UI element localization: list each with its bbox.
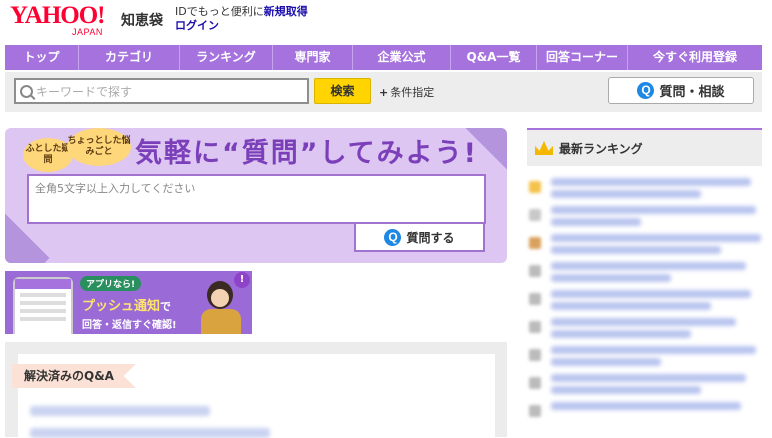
logo-text: YAHOO! bbox=[10, 2, 105, 29]
blurred-ranking-link[interactable] bbox=[551, 246, 721, 254]
app-tag: アプリなら! bbox=[80, 276, 142, 291]
ranking-item[interactable] bbox=[527, 202, 762, 230]
bubble-small-worry: ちょっとした悩みごと bbox=[67, 128, 131, 166]
yahoo-logo[interactable]: YAHOO! JAPAN bbox=[10, 2, 105, 37]
bubble-casual-question: ふとした疑問 bbox=[23, 138, 73, 172]
logo-subtext: JAPAN bbox=[72, 27, 103, 37]
ranking-item[interactable] bbox=[527, 230, 762, 258]
blurred-ranking-link[interactable] bbox=[551, 318, 736, 326]
rank-badge bbox=[529, 349, 541, 361]
app-promo-banner[interactable]: アプリなら! プッシュ通知で 回答・返信すぐ確認! ! bbox=[5, 271, 252, 334]
blurred-ranking-link[interactable] bbox=[551, 262, 746, 270]
blurred-ranking-link[interactable] bbox=[551, 402, 741, 410]
question-icon: Q bbox=[384, 228, 402, 246]
push-suffix: で bbox=[160, 300, 172, 313]
question-heading: 気軽に“質問”してみよう! bbox=[135, 138, 478, 169]
notification-badge: ! bbox=[234, 272, 250, 288]
push-highlight: プッシュ通知 bbox=[82, 299, 161, 314]
nav-item-category[interactable]: カテゴリ bbox=[79, 45, 180, 70]
rank-badge bbox=[529, 293, 541, 305]
rank-badge bbox=[529, 377, 541, 389]
question-icon: Q bbox=[637, 82, 655, 99]
ranking-item[interactable] bbox=[527, 370, 762, 398]
crown-icon bbox=[535, 141, 553, 155]
rank-badge bbox=[529, 265, 541, 277]
solved-qa-section: 解決済みのQ&A bbox=[5, 342, 507, 438]
search-placeholder: キーワードで探す bbox=[36, 84, 133, 99]
push-notification-text: プッシュ通知で bbox=[82, 295, 171, 314]
question-textarea[interactable]: 全角5文字以上入力してください bbox=[27, 174, 486, 224]
ranking-list bbox=[527, 174, 762, 426]
blurred-ranking-link[interactable] bbox=[551, 374, 746, 382]
question-form: ふとした疑問 ちょっとした悩みごと 気軽に“質問”してみよう! 全角5文字以上入… bbox=[5, 128, 507, 263]
submit-question-button[interactable]: Q 質問する bbox=[354, 224, 485, 252]
blurred-ranking-link[interactable] bbox=[551, 358, 661, 366]
ranking-item[interactable] bbox=[527, 314, 762, 342]
blurred-ranking-link[interactable] bbox=[551, 330, 691, 338]
ranking-title: 最新ランキング bbox=[559, 141, 643, 156]
search-icon bbox=[20, 84, 33, 98]
register-link[interactable]: 新規取得 bbox=[264, 5, 308, 18]
search-conditions-link[interactable]: + 条件指定 bbox=[379, 84, 434, 100]
nav-item-answer-corner[interactable]: 回答コーナー bbox=[537, 45, 628, 70]
login-link[interactable]: ログイン bbox=[175, 19, 308, 33]
ask-question-button[interactable]: Q 質問・相談 bbox=[608, 77, 754, 104]
rank-badge bbox=[529, 209, 541, 221]
search-button[interactable]: 検索 bbox=[314, 78, 371, 104]
nav-item-qa-list[interactable]: Q&A一覧 bbox=[451, 45, 537, 70]
rank-badge bbox=[529, 181, 541, 193]
nav-item-register[interactable]: 今すぐ利用登録 bbox=[628, 45, 762, 70]
nav-item-experts[interactable]: 専門家 bbox=[273, 45, 353, 70]
rank-badge bbox=[529, 321, 541, 333]
login-description: IDでもっと便利に bbox=[175, 5, 264, 18]
ranking-item[interactable] bbox=[527, 342, 762, 370]
blurred-ranking-link[interactable] bbox=[551, 190, 701, 198]
nav-item-ranking[interactable]: ランキング bbox=[180, 45, 273, 70]
ranking-item[interactable] bbox=[527, 286, 762, 314]
blurred-ranking-link[interactable] bbox=[551, 274, 671, 282]
login-box: IDでもっと便利に新規取得 ログイン bbox=[175, 5, 308, 33]
ranking-header: 最新ランキング bbox=[527, 128, 762, 166]
rank-badge bbox=[529, 237, 541, 249]
ranking-item[interactable] bbox=[527, 398, 762, 426]
blurred-ranking-link[interactable] bbox=[551, 386, 701, 394]
blurred-question-link[interactable] bbox=[30, 406, 210, 416]
solved-qa-card: 解決済みのQ&A bbox=[12, 354, 495, 438]
nav-item-top[interactable]: トップ bbox=[5, 45, 79, 70]
search-input[interactable]: キーワードで探す bbox=[14, 78, 309, 104]
global-nav: トップ カテゴリ ランキング 専門家 企業公式 Q&A一覧 回答コーナー 今すぐ… bbox=[5, 45, 762, 70]
blurred-ranking-link[interactable] bbox=[551, 218, 641, 226]
search-bar: キーワードで探す 検索 + 条件指定 Q 質問・相談 bbox=[5, 72, 762, 112]
nav-item-official[interactable]: 企業公式 bbox=[353, 45, 451, 70]
plus-icon: + bbox=[379, 86, 389, 99]
rank-badge bbox=[529, 405, 541, 417]
blurred-ranking-link[interactable] bbox=[551, 178, 751, 186]
ask-question-label: 質問・相談 bbox=[659, 85, 725, 100]
conditions-label: 条件指定 bbox=[390, 86, 435, 99]
blurred-ranking-link[interactable] bbox=[551, 346, 756, 354]
blurred-ranking-link[interactable] bbox=[551, 206, 756, 214]
ranking-item[interactable] bbox=[527, 258, 762, 286]
phone-illustration bbox=[13, 277, 73, 334]
blurred-ranking-link[interactable] bbox=[551, 290, 751, 298]
blurred-ranking-link[interactable] bbox=[551, 302, 711, 310]
solved-qa-label: 解決済みのQ&A bbox=[12, 364, 136, 388]
blurred-ranking-link[interactable] bbox=[551, 234, 761, 242]
ranking-item[interactable] bbox=[527, 174, 762, 202]
push-subtext: 回答・返信すぐ確認! bbox=[82, 320, 177, 331]
submit-question-label: 質問する bbox=[406, 230, 455, 245]
site-header: YAHOO! JAPAN 知恵袋 IDでもっと便利に新規取得 ログイン bbox=[0, 0, 772, 44]
service-name[interactable]: 知恵袋 bbox=[121, 10, 163, 30]
